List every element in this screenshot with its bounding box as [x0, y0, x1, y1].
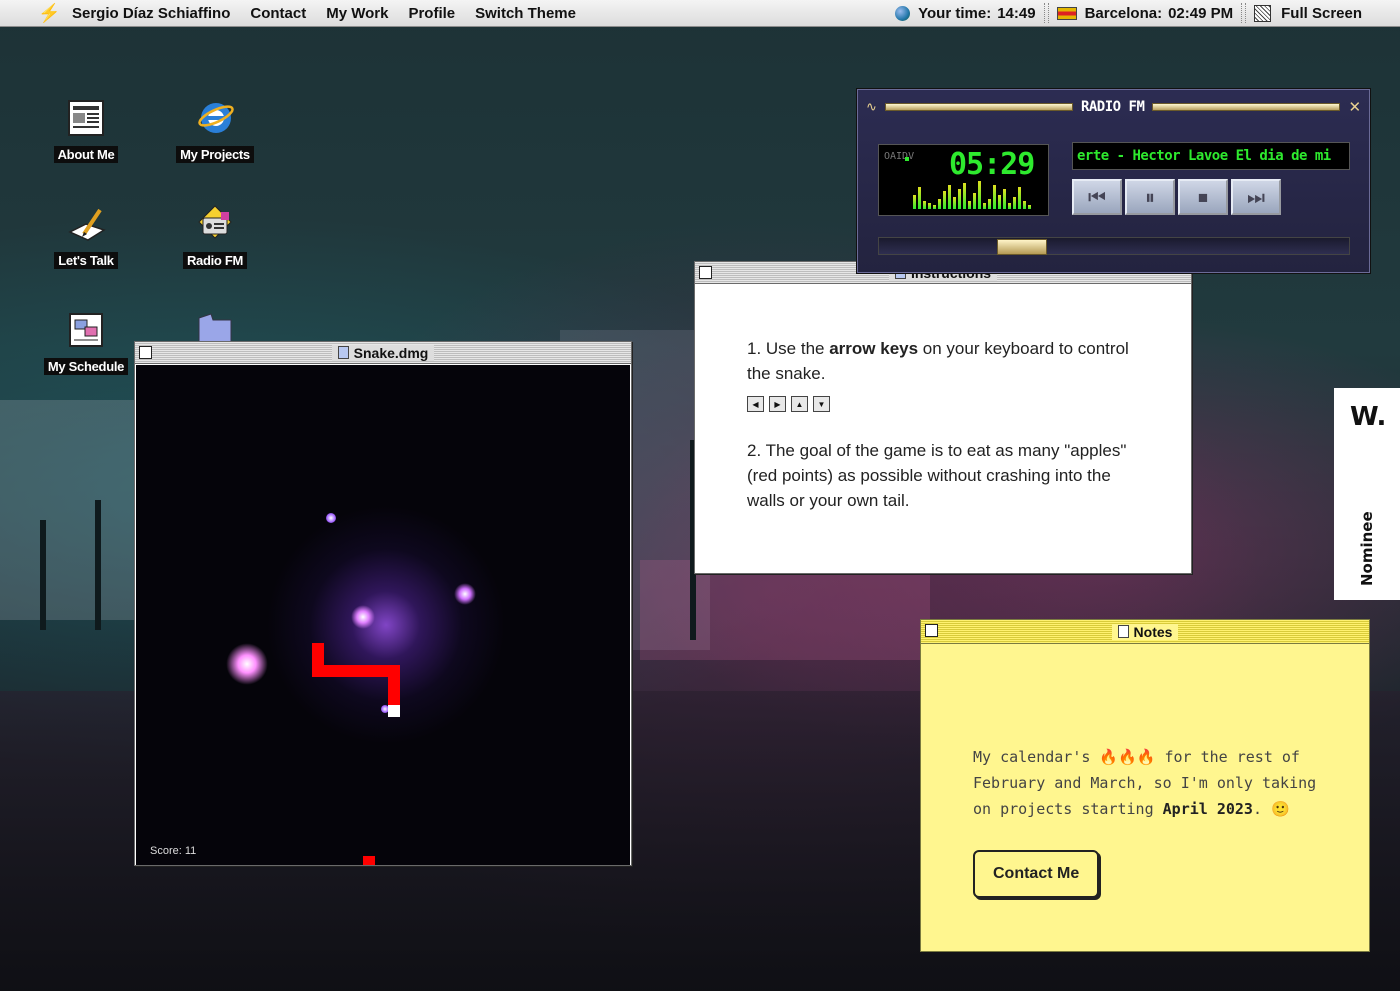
pencil-paper-icon [66, 204, 106, 244]
previous-track-button[interactable]: ⏮ [1072, 179, 1122, 215]
fullscreen-button[interactable]: Full Screen [1281, 5, 1362, 22]
desktop-icon-about-me[interactable]: About Me [36, 98, 136, 163]
arrow-right-icon: ▶ [769, 396, 786, 412]
menu-profile[interactable]: Profile [408, 5, 455, 22]
radio-controls: ⏮ ⏸ ⏹ ⏭ [1072, 179, 1281, 215]
snake-segment [312, 665, 400, 677]
desktop-icon-radio-fm[interactable]: Radio FM [165, 204, 265, 269]
menu-contact[interactable]: Contact [250, 5, 306, 22]
radio-titlebar[interactable]: ∿ RADIO FM ✕ [858, 90, 1369, 124]
window-title: Notes [1133, 623, 1173, 640]
newspaper-icon [66, 98, 106, 138]
nominee-label: Nominee [1358, 511, 1376, 586]
note-icon [1117, 625, 1129, 638]
apple [363, 856, 375, 865]
radio-fm-window: ∿ RADIO FM ✕ OAIDV 05:29 erte - Hector L… [857, 89, 1370, 273]
your-time-label: Your time: [918, 4, 992, 22]
schedule-icon [66, 310, 106, 350]
equalizer-bars [913, 181, 1031, 209]
desktop-icon-lets-talk[interactable]: Let's Talk [36, 204, 136, 269]
desktop-icon-label: Let's Talk [54, 252, 118, 269]
notes-titlebar[interactable]: Notes [921, 620, 1369, 644]
next-track-button[interactable]: ⏭ [1231, 179, 1281, 215]
menu-my-work[interactable]: My Work [326, 5, 388, 22]
snake-segment [388, 665, 400, 705]
radio-side-text: OAIDV [884, 151, 915, 162]
globe-icon [895, 5, 911, 21]
menu-switch-theme[interactable]: Switch Theme [475, 5, 576, 22]
radio-display: OAIDV 05:29 [878, 144, 1049, 216]
arrow-left-icon: ◀ [747, 396, 764, 412]
desktop-icon-my-schedule[interactable]: My Schedule [36, 310, 136, 375]
now-playing-marquee: erte - Hector Lavoe El dia de mi [1072, 142, 1350, 170]
star [326, 513, 336, 523]
instruction-step-1: 1. Use the arrow keys on your keyboard t… [747, 339, 1129, 383]
awwwards-nominee-badge[interactable]: W. Nominee [1334, 388, 1400, 600]
arrow-keys: ◀ ▶ ▲ ▼ [747, 396, 1139, 412]
volume-slider[interactable] [878, 237, 1350, 255]
star [351, 605, 375, 629]
city-time: 02:49 PM [1168, 4, 1234, 22]
radio-title: RADIO FM [1080, 99, 1145, 115]
contact-me-button[interactable]: Contact Me [973, 850, 1100, 898]
snake-window: Snake.dmg Score: 11 [134, 341, 632, 866]
spain-flag-icon [1056, 6, 1077, 20]
close-button[interactable] [925, 624, 938, 637]
close-button[interactable] [699, 266, 712, 279]
star [454, 583, 476, 605]
radio-close-button[interactable]: ✕ [1348, 98, 1361, 116]
radio-time: 05:29 [949, 147, 1035, 182]
internet-explorer-icon [195, 98, 235, 138]
instructions-content: 1. Use the arrow keys on your keyboard t… [695, 284, 1191, 513]
menu-bar: ⚡ Sergio Díaz Schiaffino Contact My Work… [0, 0, 1400, 27]
arrow-up-icon: ▲ [791, 396, 808, 412]
your-time: 14:49 [997, 4, 1036, 22]
menu-separator [1043, 3, 1049, 23]
city-label: Barcelona: [1084, 4, 1163, 22]
snake-window-titlebar[interactable]: Snake.dmg [135, 342, 631, 364]
desktop-icon-label: About Me [53, 146, 119, 163]
window-title: Snake.dmg [353, 344, 429, 361]
menu-separator [1241, 3, 1247, 23]
snake-head [388, 705, 400, 717]
score-display: Score: 11 [150, 845, 197, 857]
waveform-icon: ∿ [866, 99, 877, 115]
awwwards-logo: W. [1350, 402, 1387, 432]
radio-icon [195, 204, 235, 244]
snake-game-canvas[interactable]: Score: 11 [136, 365, 630, 865]
star [226, 643, 268, 685]
fullscreen-icon[interactable] [1254, 4, 1272, 22]
instruction-step-2: 2. The goal of the game is to eat as man… [747, 441, 1127, 510]
arrow-down-icon: ▼ [813, 396, 830, 412]
notes-window: Notes My calendar's 🔥🔥🔥 for the rest of … [920, 619, 1370, 952]
close-button[interactable] [139, 346, 152, 359]
instructions-window: Instructions 1. Use the arrow keys on yo… [694, 261, 1192, 574]
desktop-icon-label: My Schedule [43, 358, 129, 375]
disk-image-icon [337, 346, 349, 359]
notes-text: My calendar's 🔥🔥🔥 for the rest of Februa… [973, 748, 1317, 818]
notes-content: My calendar's 🔥🔥🔥 for the rest of Februa… [921, 644, 1369, 898]
pause-button[interactable]: ⏸ [1125, 179, 1175, 215]
desktop-icon-my-projects[interactable]: My Projects [165, 98, 265, 163]
desktop-icon-label: Radio FM [182, 252, 248, 269]
bolt-icon[interactable]: ⚡ [38, 3, 60, 24]
brand-menu[interactable]: Sergio Díaz Schiaffino [72, 5, 230, 22]
slider-handle[interactable] [997, 239, 1047, 255]
desktop-icon-label: My Projects [176, 146, 254, 163]
stop-button[interactable]: ⏹ [1178, 179, 1228, 215]
score-value: 11 [184, 845, 197, 857]
